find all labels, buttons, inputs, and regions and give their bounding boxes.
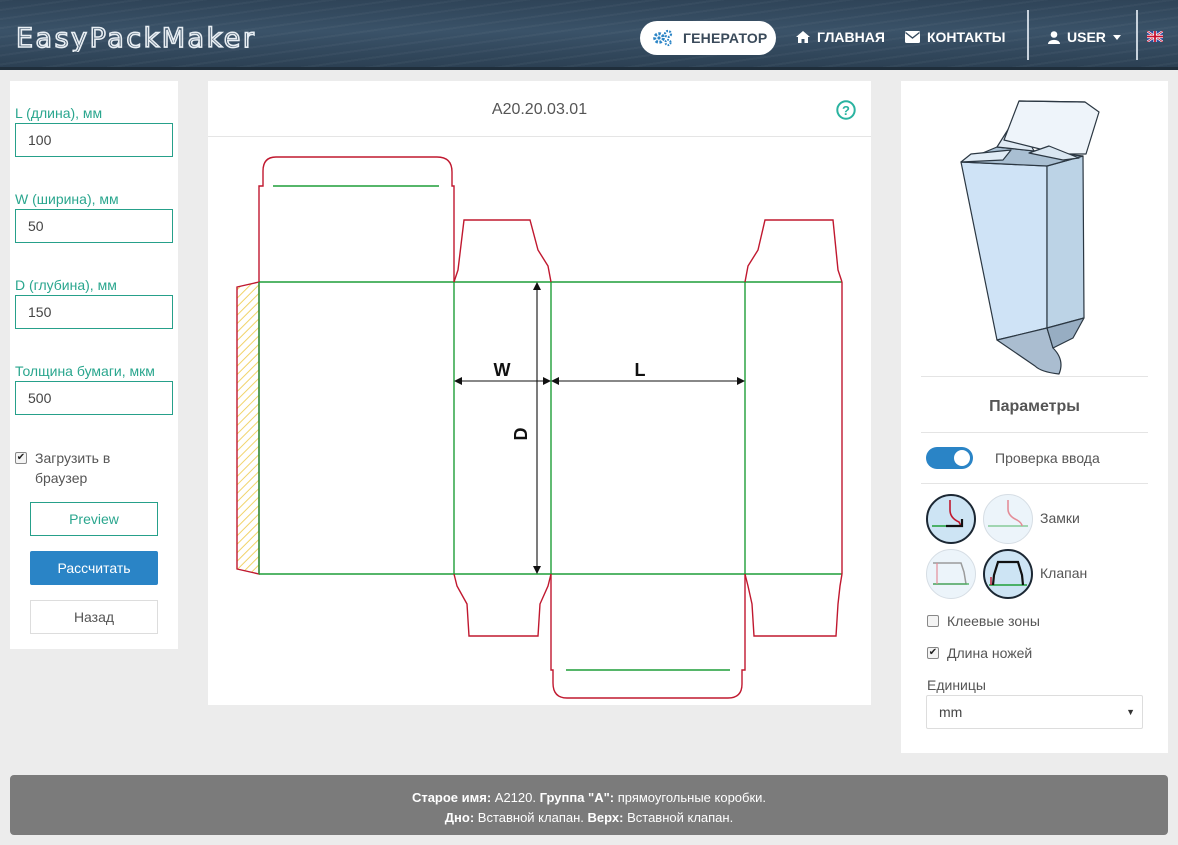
width-input[interactable]: 50 bbox=[15, 209, 173, 243]
download-checkbox-row[interactable]: ✔ Загрузить в браузер bbox=[15, 448, 145, 488]
nav-divider bbox=[1136, 10, 1138, 60]
bottom-value: Вставной клапан. bbox=[474, 810, 584, 825]
units-label: Единицы bbox=[927, 677, 986, 693]
top-label: Верх: bbox=[587, 810, 624, 825]
dimension-l-label: L bbox=[635, 360, 646, 380]
width-label: W (ширина), мм bbox=[15, 191, 119, 207]
generator-button[interactable]: ГЕНЕРАТОР bbox=[640, 21, 776, 55]
top-navbar: EasyPackMaker ГЕНЕРАТОР ГЛАВНАЯ КОНТАКТЫ… bbox=[0, 0, 1178, 70]
user-menu[interactable]: USER bbox=[1048, 29, 1121, 45]
input-check-toggle[interactable] bbox=[926, 447, 973, 469]
download-checkbox[interactable]: ✔ bbox=[15, 452, 27, 464]
lock-option-1[interactable] bbox=[926, 494, 976, 544]
depth-label: D (глубина), мм bbox=[15, 277, 117, 293]
brand-text: EasyPackMaker bbox=[16, 23, 256, 52]
length-label: L (длина), мм bbox=[15, 105, 103, 121]
flap-option-2[interactable] bbox=[983, 549, 1033, 599]
caret-down-icon bbox=[1112, 34, 1121, 40]
divider bbox=[921, 376, 1148, 377]
home-icon bbox=[796, 31, 810, 43]
download-label: Загрузить в браузер bbox=[35, 450, 111, 486]
envelope-icon bbox=[905, 31, 920, 43]
nav-home[interactable]: ГЛАВНАЯ bbox=[796, 29, 885, 45]
user-menu-label: USER bbox=[1067, 29, 1106, 45]
glue-zones-label: Клеевые зоны bbox=[947, 613, 1040, 629]
generator-label: ГЕНЕРАТОР bbox=[683, 30, 768, 46]
divider bbox=[921, 432, 1148, 433]
flap-option-1[interactable] bbox=[926, 549, 976, 599]
dimensions-form: L (длина), мм 100 W (ширина), мм 50 D (г… bbox=[10, 81, 178, 649]
nav-divider bbox=[1027, 10, 1029, 60]
depth-input[interactable]: 150 bbox=[15, 295, 173, 329]
nav-home-label: ГЛАВНАЯ bbox=[817, 29, 885, 45]
group-value: прямоугольные коробки. bbox=[614, 790, 767, 805]
knife-length-checkbox[interactable]: ✔ bbox=[927, 647, 939, 659]
glue-zones-row[interactable]: Клеевые зоны bbox=[927, 613, 1040, 629]
thickness-input[interactable]: 500 bbox=[15, 381, 173, 415]
params-title: Параметры bbox=[989, 398, 1080, 415]
box-3d-preview bbox=[960, 100, 1100, 375]
length-input[interactable]: 100 bbox=[15, 123, 173, 157]
input-check-label: Проверка ввода bbox=[995, 450, 1100, 466]
dieline-panel: A20.20.03.01 ? W L D bbox=[208, 81, 871, 705]
bottom-label: Дно: bbox=[444, 810, 475, 825]
calculate-button[interactable]: Рассчитать bbox=[30, 551, 158, 585]
flap-label: Клапан bbox=[1040, 565, 1088, 581]
lock-option-2[interactable] bbox=[983, 494, 1033, 544]
old-name-value: A2120. bbox=[491, 790, 536, 805]
knife-length-label: Длина ножей bbox=[947, 645, 1033, 661]
toggle-knob bbox=[954, 450, 970, 466]
units-value: mm bbox=[939, 704, 963, 720]
gears-icon bbox=[653, 29, 673, 47]
group-label: Группа "A": bbox=[539, 790, 615, 805]
dimension-arrows bbox=[454, 282, 745, 574]
dimension-d-label: D bbox=[511, 428, 531, 441]
lock-type-1-icon bbox=[932, 500, 964, 528]
select-caret-icon: ▼ bbox=[1126, 707, 1135, 717]
flap-type-2-icon bbox=[989, 560, 1027, 586]
info-footer: Старое имя: A2120. Группа "A": прямоугол… bbox=[10, 775, 1168, 835]
footer-line-1: Старое имя: A2120. Группа "A": прямоугол… bbox=[10, 788, 1168, 808]
dimension-w-label: W bbox=[494, 360, 511, 380]
divider bbox=[921, 483, 1148, 484]
flap-type-1-icon bbox=[933, 562, 969, 585]
footer-line-2: Дно: Вставной клапан. Верх: Вставной кла… bbox=[10, 808, 1168, 828]
brand-logo[interactable]: EasyPackMaker bbox=[16, 22, 466, 52]
old-name-label: Старое имя: bbox=[411, 790, 492, 805]
glue-flap bbox=[236, 281, 260, 575]
nav-contacts[interactable]: КОНТАКТЫ bbox=[905, 29, 1005, 45]
top-value: Вставной клапан. bbox=[623, 810, 734, 825]
nav-contacts-label: КОНТАКТЫ bbox=[927, 29, 1006, 45]
preview-button[interactable]: Preview bbox=[30, 502, 158, 536]
glue-zones-checkbox[interactable] bbox=[927, 615, 939, 627]
dieline-drawing: W L D bbox=[236, 156, 843, 699]
user-icon bbox=[1048, 30, 1060, 44]
back-button[interactable]: Назад bbox=[30, 600, 158, 634]
uk-flag-icon[interactable] bbox=[1147, 31, 1163, 42]
thickness-label: Толщина бумаги, мкм bbox=[15, 363, 155, 379]
parameters-panel: Параметры Проверка ввода Замки Клапан Кл… bbox=[901, 81, 1168, 753]
units-select[interactable]: mm ▼ bbox=[926, 695, 1143, 729]
knife-length-row[interactable]: ✔ Длина ножей bbox=[927, 645, 1032, 661]
lock-type-2-icon bbox=[988, 500, 1028, 527]
locks-label: Замки bbox=[1040, 510, 1080, 526]
